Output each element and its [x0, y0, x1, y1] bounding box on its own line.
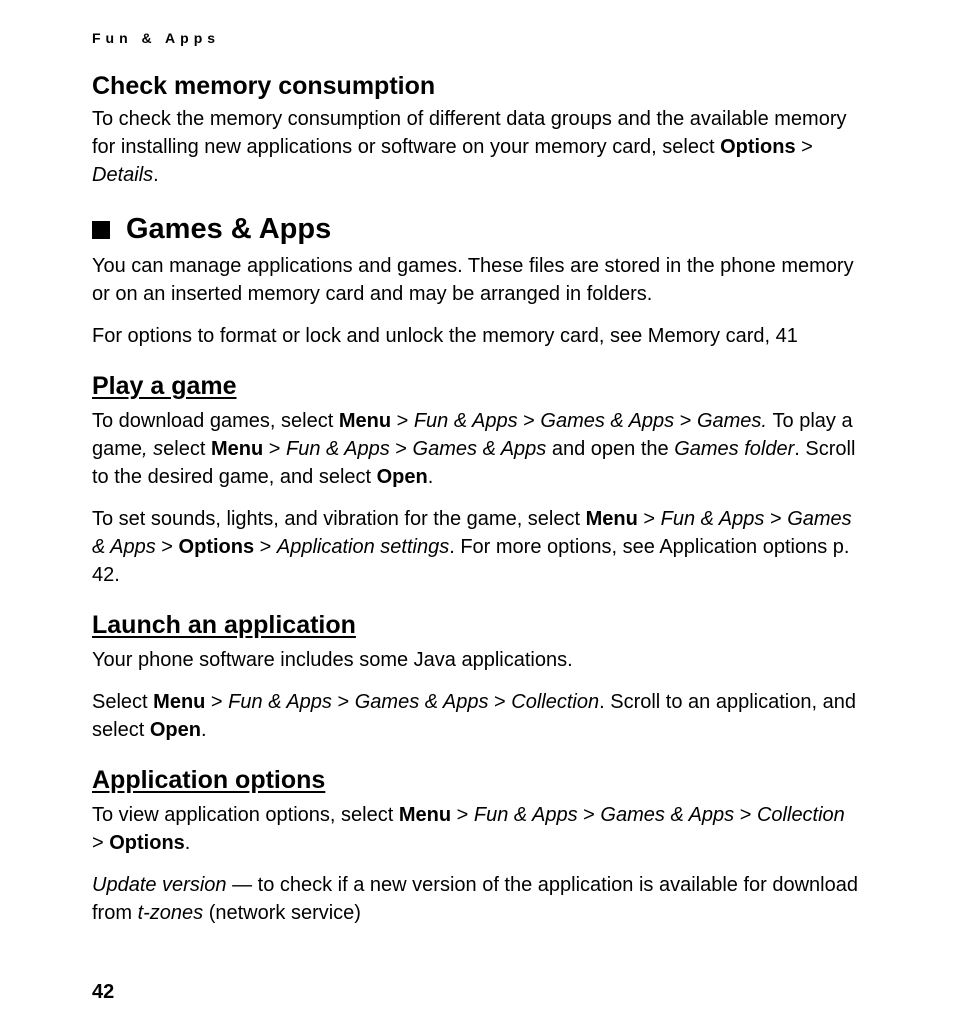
text: Select: [92, 691, 153, 713]
page-number: 42: [92, 981, 114, 1004]
launch-app-paragraph-1: Your phone software includes some Java a…: [92, 646, 862, 674]
text-italic: , s: [142, 438, 163, 460]
heading-games-apps: Games & Apps: [92, 213, 862, 246]
text: >: [92, 832, 109, 854]
text: >: [796, 136, 813, 158]
ui-path-bold: Options: [179, 536, 255, 558]
text: >: [578, 804, 601, 826]
ui-path-italic: Collection: [511, 691, 599, 713]
ui-path-bold: Open: [377, 466, 428, 488]
ui-path-italic: Fun & Apps: [286, 438, 390, 460]
ui-path-bold: Menu: [586, 508, 638, 530]
check-memory-paragraph: To check the memory consumption of diffe…: [92, 105, 862, 189]
games-apps-paragraph-1: You can manage applications and games. T…: [92, 252, 862, 308]
heading-text: Games & Apps: [126, 213, 331, 246]
ui-path-italic: Fun & Apps: [661, 508, 765, 530]
ui-path-italic: Application settings: [277, 536, 449, 558]
play-game-paragraph-1: To download games, select Menu > Fun & A…: [92, 407, 862, 491]
text: .: [428, 466, 434, 488]
ui-path-bold: Options: [109, 832, 185, 854]
option-name-italic: Update version: [92, 874, 227, 896]
text: To set sounds, lights, and vibration for…: [92, 508, 586, 530]
text: >: [390, 438, 413, 460]
text: >: [638, 508, 661, 530]
ui-path-italic: Fun & Apps: [474, 804, 578, 826]
app-options-paragraph-2: Update version — to check if a new versi…: [92, 871, 862, 927]
text: >: [205, 691, 228, 713]
ui-path-italic: Collection: [757, 804, 845, 826]
text: >: [764, 508, 787, 530]
running-header: Fun & Apps: [92, 30, 862, 46]
text: (network service): [203, 902, 361, 924]
heading-launch-application: Launch an application: [92, 611, 862, 640]
text-italic: t-zones: [138, 902, 204, 924]
ui-path-bold: Options: [720, 136, 796, 158]
text: >: [489, 691, 512, 713]
square-bullet-icon: [92, 221, 110, 239]
ui-path-italic: Games & Apps: [355, 691, 489, 713]
ui-path-italic: Details: [92, 164, 153, 186]
text: >: [734, 804, 757, 826]
text: >: [332, 691, 355, 713]
text: >: [451, 804, 474, 826]
text: >: [156, 536, 179, 558]
ui-path-italic: Fun & Apps: [414, 410, 518, 432]
games-apps-paragraph-2: For options to format or lock and unlock…: [92, 322, 862, 350]
document-page: Fun & Apps Check memory consumption To c…: [0, 0, 954, 927]
text: >: [518, 410, 541, 432]
play-game-paragraph-2: To set sounds, lights, and vibration for…: [92, 505, 862, 589]
text: .: [185, 832, 191, 854]
app-options-paragraph-1: To view application options, select Menu…: [92, 801, 862, 857]
launch-app-paragraph-2: Select Menu > Fun & Apps > Games & Apps …: [92, 688, 862, 744]
ui-path-italic: Games & Apps: [413, 438, 547, 460]
text: .: [153, 164, 159, 186]
ui-path-italic: Games & Apps: [600, 804, 734, 826]
text: >: [391, 410, 414, 432]
text: >: [254, 536, 277, 558]
heading-play-a-game: Play a game: [92, 372, 862, 401]
text: .: [201, 719, 207, 741]
text: To view application options, select: [92, 804, 399, 826]
ui-path-bold: Menu: [211, 438, 263, 460]
text: To download games, select: [92, 410, 339, 432]
text: and open the: [546, 438, 674, 460]
ui-path-bold: Open: [150, 719, 201, 741]
ui-path-bold: Menu: [399, 804, 451, 826]
heading-check-memory: Check memory consumption: [92, 72, 862, 101]
ui-path-italic: Games folder: [674, 438, 794, 460]
ui-path-italic: Fun & Apps: [228, 691, 332, 713]
text: >: [263, 438, 286, 460]
ui-path-bold: Menu: [339, 410, 391, 432]
text: >: [674, 410, 697, 432]
ui-path-bold: Menu: [153, 691, 205, 713]
heading-application-options: Application options: [92, 766, 862, 795]
ui-path-italic: Games.: [697, 410, 773, 432]
ui-path-italic: Games & Apps: [540, 410, 674, 432]
text: elect: [163, 438, 211, 460]
